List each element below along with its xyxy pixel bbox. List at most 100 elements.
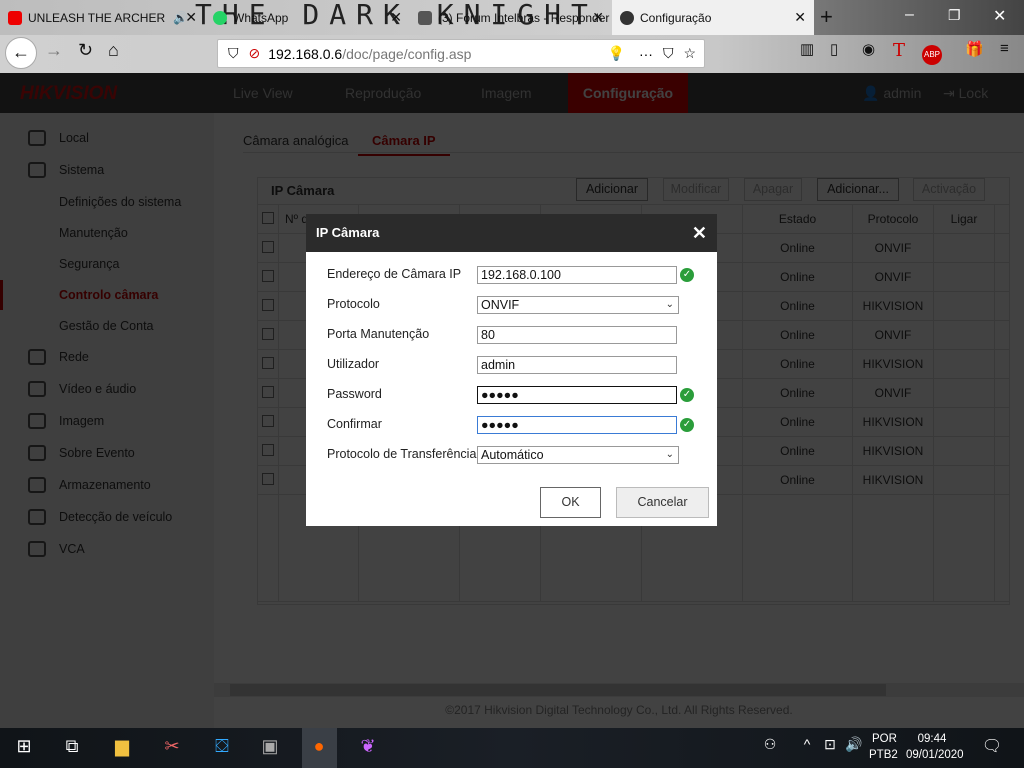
modify-button[interactable]: Modificar xyxy=(663,178,729,201)
field-input[interactable]: ●●●●● xyxy=(477,386,677,404)
row-checkbox[interactable] xyxy=(257,436,279,466)
close-tab-icon[interactable]: ✕ xyxy=(592,9,604,26)
delete-button[interactable]: Apagar xyxy=(744,178,802,201)
forward-icon[interactable]: → xyxy=(45,40,63,61)
bookmark-star-icon[interactable]: ☆ xyxy=(683,45,696,62)
account-icon[interactable]: ◉ xyxy=(862,40,875,58)
gift-icon[interactable]: 🎁 xyxy=(965,40,984,58)
add-button[interactable]: Adicionar xyxy=(576,178,648,201)
reader-icon[interactable]: ▯ xyxy=(830,40,838,58)
people-icon[interactable]: ⚇ xyxy=(758,736,782,760)
field-input[interactable]: admin xyxy=(477,356,677,374)
field-input[interactable]: 80 xyxy=(477,326,677,344)
sidebar-item-icon xyxy=(28,509,46,525)
home-icon[interactable]: ⌂ xyxy=(108,40,119,61)
sidebar-item-icon xyxy=(28,349,46,365)
new-tab-icon[interactable]: + xyxy=(820,4,833,30)
adblock-icon[interactable]: ABP xyxy=(922,45,942,65)
notifications-icon[interactable]: 🗨 xyxy=(980,736,1004,760)
select-all-checkbox[interactable] xyxy=(257,204,279,234)
tab-title: Configuração xyxy=(640,10,712,25)
sidebar-item-label: Sistema xyxy=(59,163,105,177)
sidebar-item[interactable]: Detecção de veículo xyxy=(0,502,214,532)
tab-whatsapp[interactable]: WhatsApp ✕ xyxy=(205,0,410,35)
sidebar-item[interactable]: Segurança xyxy=(0,249,214,279)
close-icon[interactable]: ✕ xyxy=(692,214,707,252)
file-explorer-icon[interactable]: ▆ xyxy=(110,736,134,760)
app-icon[interactable]: ⛋ xyxy=(210,736,234,760)
cancel-button[interactable]: Cancelar xyxy=(616,487,709,518)
firefox-taskbar-button[interactable]: ● xyxy=(302,728,337,768)
volume-icon[interactable]: 🔊 xyxy=(842,736,866,760)
tab-title: UNLEASH THE ARCHER xyxy=(28,10,166,25)
ok-button[interactable]: OK xyxy=(540,487,601,518)
row-checkbox[interactable] xyxy=(257,291,279,321)
row-checkbox[interactable] xyxy=(257,233,279,263)
sidebar-item[interactable]: Imagem xyxy=(0,406,214,436)
maximize-icon[interactable]: ❐ xyxy=(948,7,961,24)
t-extension-icon[interactable]: T xyxy=(893,40,905,61)
library-icon[interactable]: ▥ xyxy=(800,40,814,58)
tab-forum[interactable]: (3) Fórum Intelbras - Responder ✕ xyxy=(410,0,612,35)
sidebar-item[interactable]: Sobre Evento xyxy=(0,438,214,468)
field-input[interactable]: 192.168.0.100 xyxy=(477,266,677,284)
activation-button[interactable]: Activação xyxy=(913,178,985,201)
close-window-icon[interactable]: ✕ xyxy=(993,6,1006,26)
horizontal-scrollbar[interactable] xyxy=(214,683,1024,697)
sidebar-item[interactable]: Controlo câmara xyxy=(0,280,214,310)
tab-youtube[interactable]: UNLEASH THE ARCHER 🔊 ✕ xyxy=(0,0,205,35)
network-icon[interactable]: ⊡ xyxy=(818,736,842,760)
row-checkbox[interactable] xyxy=(257,378,279,408)
reload-icon[interactable]: ↻ xyxy=(78,40,93,61)
sidebar-item[interactable]: Definições do sistema xyxy=(0,187,214,217)
cell-estado: Online xyxy=(742,436,853,466)
close-tab-icon[interactable]: ✕ xyxy=(794,9,806,26)
field-label: Endereço de Câmara IP xyxy=(327,267,462,281)
field-input[interactable]: Automático ⌄ xyxy=(477,446,679,464)
row-checkbox[interactable] xyxy=(257,407,279,437)
sidebar-item[interactable]: Rede xyxy=(0,342,214,372)
task-view-icon[interactable]: ⧉ xyxy=(60,736,84,760)
lightbulb-icon[interactable]: 💡 xyxy=(608,45,625,62)
sidebar-item[interactable]: Local xyxy=(0,123,214,153)
show-hidden-icon[interactable]: ^ xyxy=(795,736,819,760)
sidebar-item[interactable]: Manutenção xyxy=(0,218,214,248)
row-checkbox[interactable] xyxy=(257,320,279,350)
language-indicator[interactable]: POR PTB2 xyxy=(869,733,898,761)
menu-live-view[interactable]: Live View xyxy=(233,73,293,113)
row-checkbox[interactable] xyxy=(257,349,279,379)
minimize-icon[interactable]: – xyxy=(905,6,914,24)
lock-button[interactable]: ⇥ Lock xyxy=(943,73,988,113)
pocket-icon[interactable]: ⛉ xyxy=(663,45,674,62)
paint3d-icon[interactable]: ❦ xyxy=(356,736,380,760)
close-tab-icon[interactable]: ✕ xyxy=(185,9,197,26)
field-input[interactable]: ●●●●● xyxy=(477,416,677,434)
sidebar-item[interactable]: VCA xyxy=(0,534,214,564)
more-icon[interactable]: ··· xyxy=(639,46,653,62)
close-tab-icon[interactable]: ✕ xyxy=(390,9,402,26)
add-more-button[interactable]: Adicionar... xyxy=(817,178,899,201)
tab-camara-analogica[interactable]: Câmara analógica xyxy=(243,133,349,148)
clock[interactable]: 09:44 09/01/2020 xyxy=(906,733,964,761)
field-input[interactable]: ONVIF ⌄ xyxy=(477,296,679,314)
row-checkbox[interactable] xyxy=(257,465,279,495)
row-checkbox[interactable] xyxy=(257,262,279,292)
url-host: 192.168.0.6 xyxy=(268,45,343,62)
snipping-tool-icon[interactable]: ✂ xyxy=(160,736,184,760)
windows-start-icon[interactable]: ⊞ xyxy=(12,736,36,760)
menu-reproducao[interactable]: Reprodução xyxy=(345,73,421,113)
back-icon[interactable]: ← xyxy=(5,37,37,69)
tab-configuracao[interactable]: Configuração ✕ xyxy=(612,0,814,35)
sidebar-item[interactable]: Sistema xyxy=(0,155,214,185)
video-app-icon[interactable]: ▣ xyxy=(258,736,282,760)
menu-icon[interactable]: ≡ xyxy=(1000,40,1009,57)
sidebar-item[interactable]: Gestão de Conta xyxy=(0,311,214,341)
sidebar-item[interactable]: Armazenamento xyxy=(0,470,214,500)
scrollbar-thumb[interactable] xyxy=(230,684,886,696)
url-bar[interactable]: ⛉ ⊘ 192.168.0.6/doc/page/config.asp 💡 ··… xyxy=(217,39,705,68)
sidebar-item[interactable]: Vídeo e áudio xyxy=(0,374,214,404)
menu-configuracao[interactable]: Configuração xyxy=(568,73,688,113)
user-menu[interactable]: 👤 admin xyxy=(862,73,921,113)
menu-imagem[interactable]: Imagem xyxy=(481,73,532,113)
insecure-lock-icon: ⊘ xyxy=(248,45,261,61)
